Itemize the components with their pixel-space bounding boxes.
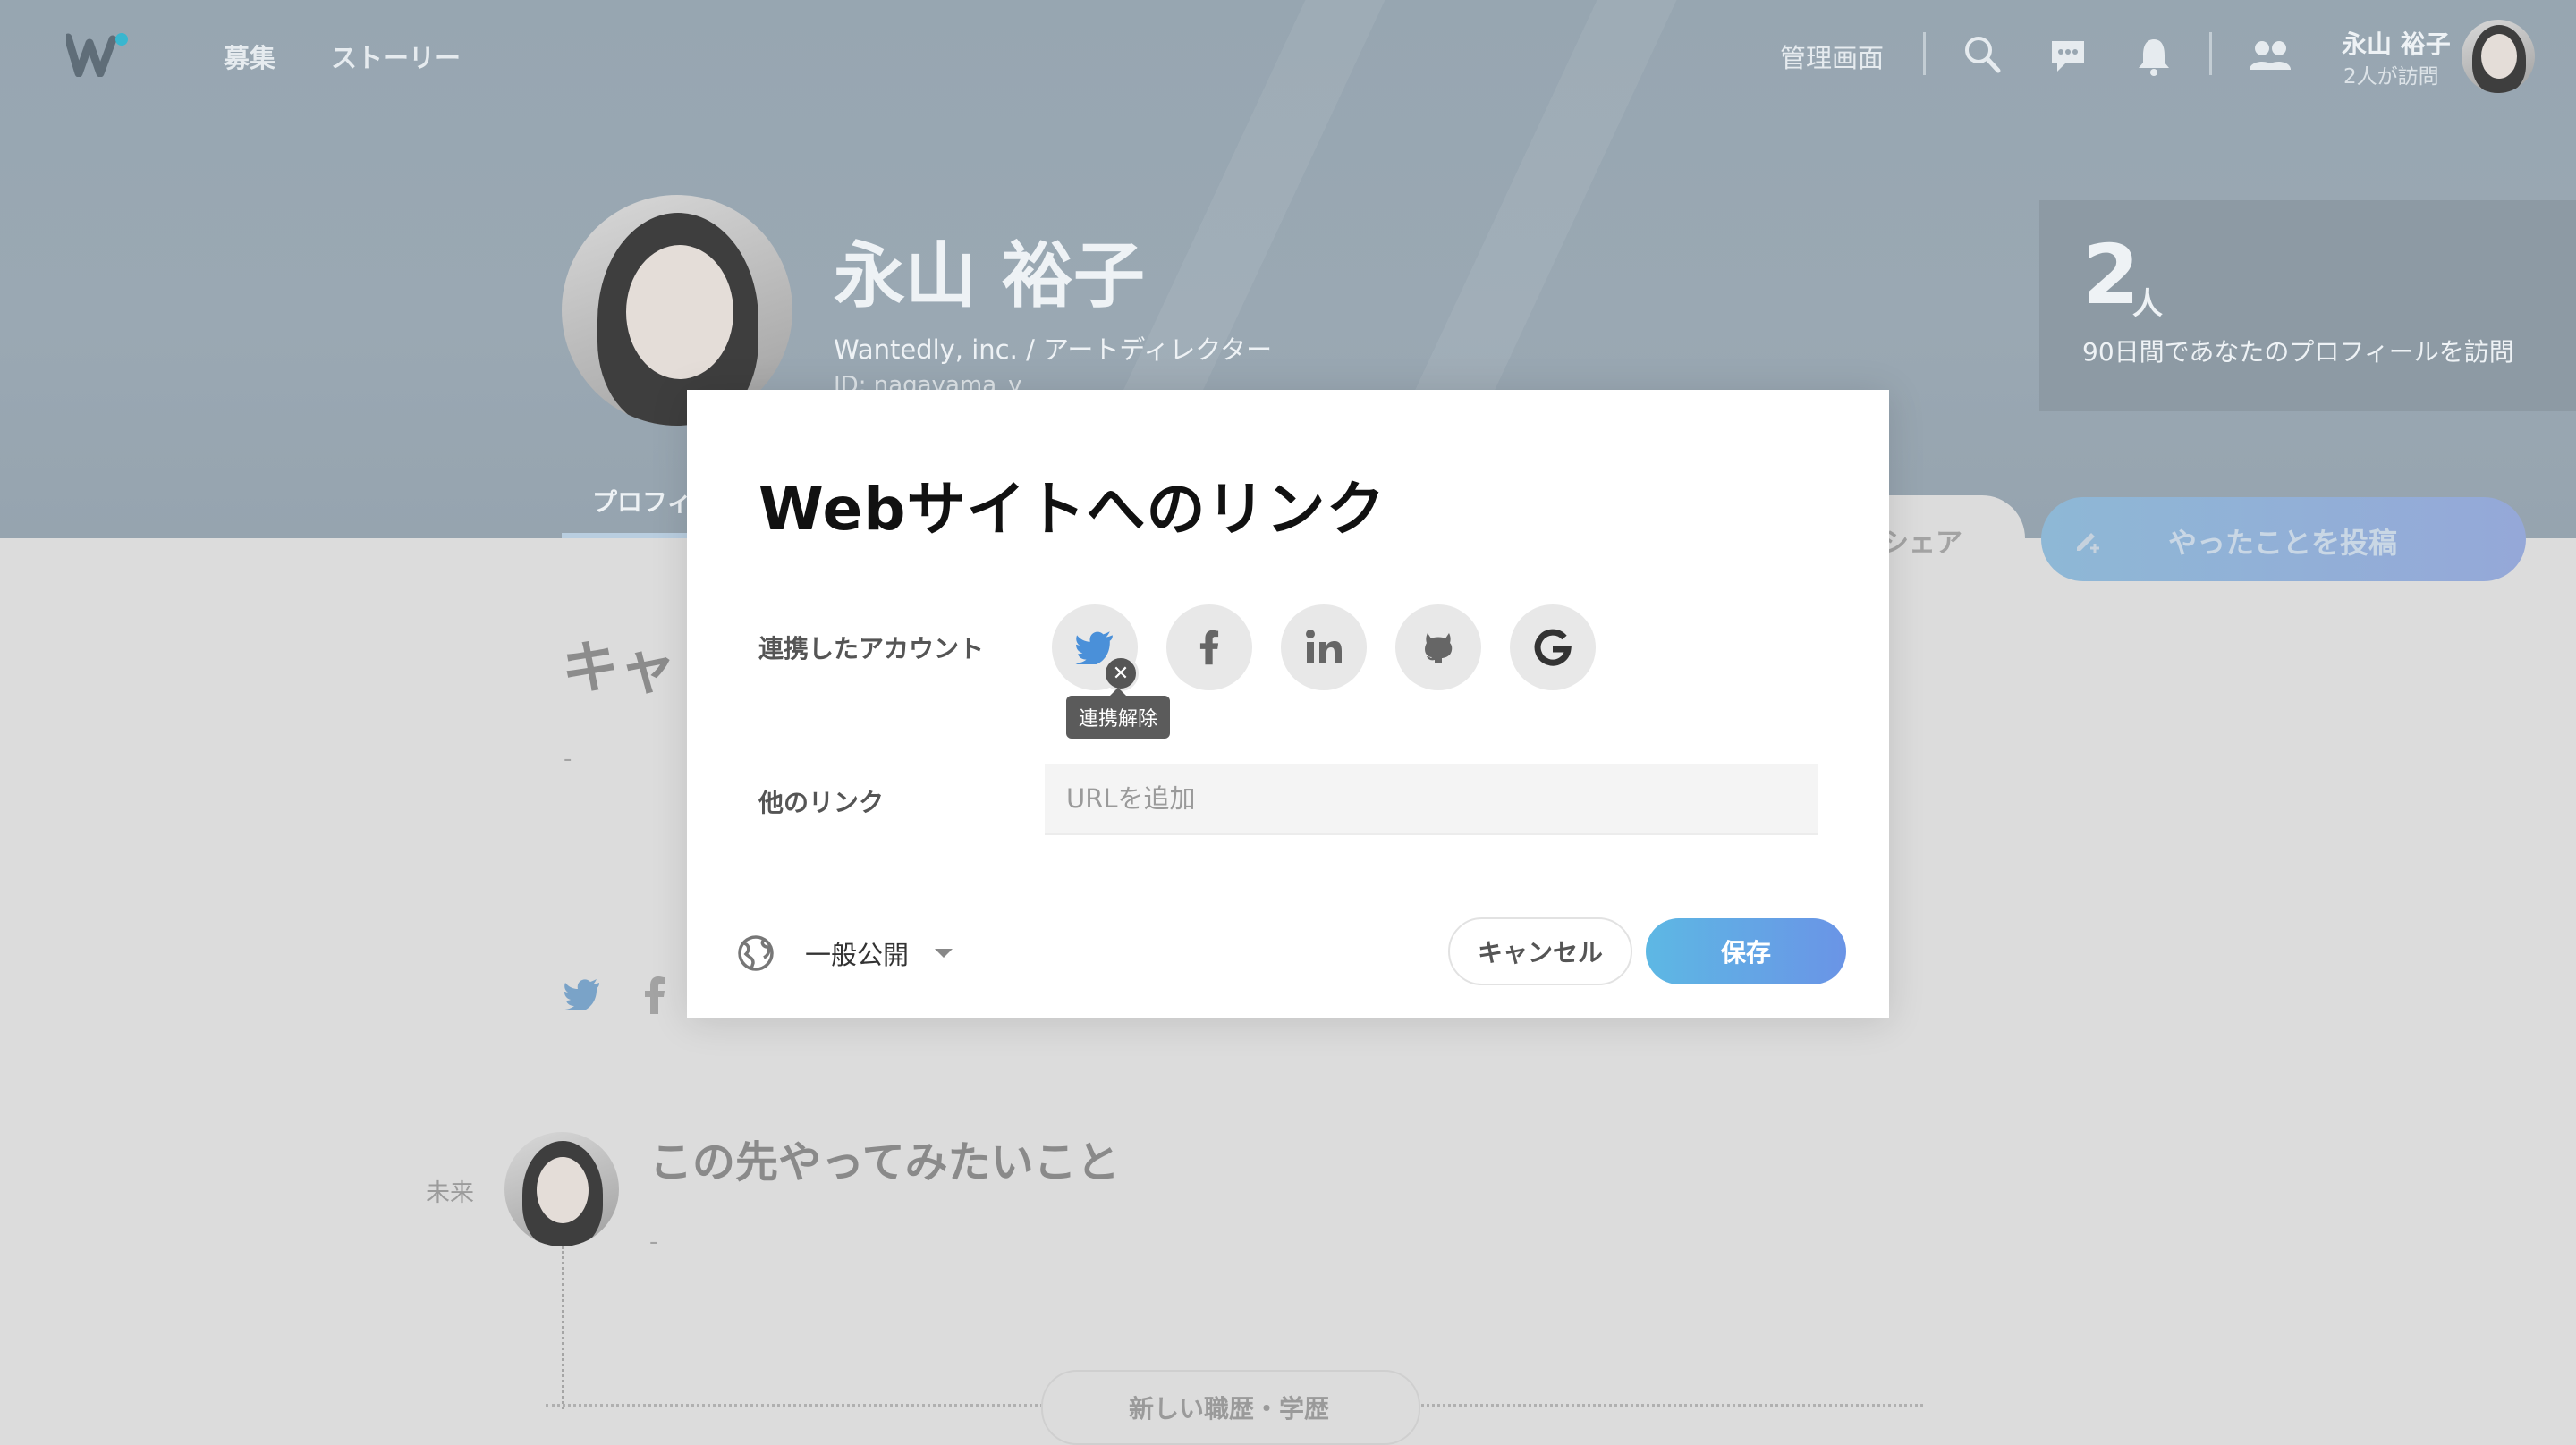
other-links-label: 他のリンク bbox=[758, 788, 885, 817]
visibility-label: 一般公開 bbox=[805, 940, 910, 970]
google-account-button[interactable] bbox=[1510, 604, 1596, 690]
globe-icon bbox=[738, 935, 774, 971]
unlink-close-icon[interactable]: ✕ bbox=[1103, 655, 1139, 691]
facebook-icon bbox=[1199, 630, 1219, 665]
unlink-tooltip: 連携解除 bbox=[1066, 688, 1171, 739]
github-icon bbox=[1425, 633, 1453, 663]
accounts-label: 連携したアカウント bbox=[758, 634, 985, 663]
cancel-button[interactable]: キャンセル bbox=[1448, 917, 1632, 985]
visibility-select[interactable]: 一般公開 bbox=[737, 926, 953, 980]
modal-title: Webサイトへのリンク bbox=[758, 475, 1386, 544]
github-account-button[interactable] bbox=[1395, 604, 1481, 690]
facebook-account-button[interactable] bbox=[1166, 604, 1252, 690]
link-modal: Webサイトへのリンク 連携したアカウント ✕ 連携解除 他のリンク URLを追… bbox=[687, 390, 1889, 1018]
linkedin-icon bbox=[1306, 630, 1342, 663]
chevron-down-icon bbox=[935, 949, 953, 958]
url-input[interactable] bbox=[1045, 764, 1818, 835]
linkedin-account-button[interactable] bbox=[1281, 604, 1367, 690]
save-button[interactable]: 保存 bbox=[1646, 918, 1846, 984]
google-icon bbox=[1534, 629, 1572, 666]
